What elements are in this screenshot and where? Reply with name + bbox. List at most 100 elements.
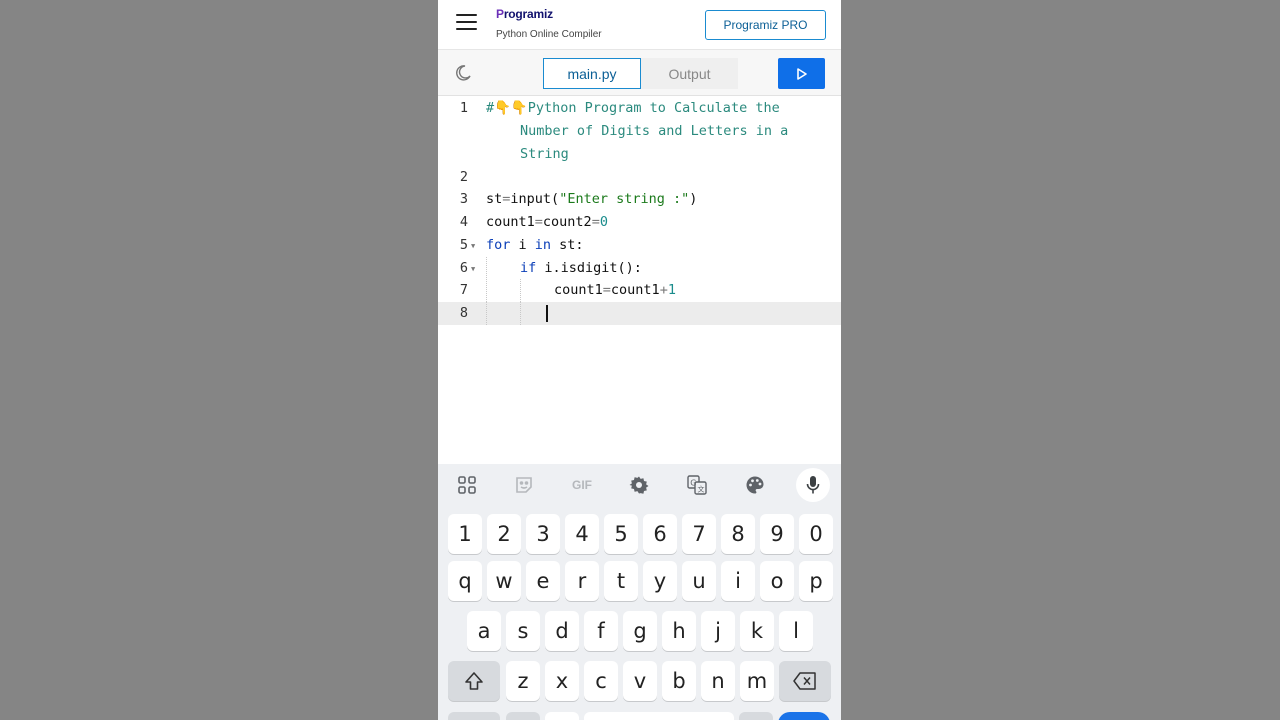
key-r[interactable]: r (565, 561, 599, 601)
backspace-icon (793, 672, 816, 690)
key-w[interactable]: w (487, 561, 521, 601)
code-text: count1=count2=0 (486, 214, 608, 230)
svg-text:G: G (690, 479, 696, 488)
indent-guide (520, 279, 521, 302)
comment-text-wrap: Number of Digits and Letters in a (520, 123, 789, 139)
line-number: 8 (459, 305, 468, 321)
programiz-pro-button[interactable]: Programiz PRO (705, 10, 826, 40)
code-text: if i.isdigit(): (520, 260, 642, 276)
palette-icon[interactable] (742, 472, 768, 498)
indent-guide (486, 302, 487, 325)
hamburger-menu-icon[interactable] (456, 14, 478, 32)
code-text: st=input("Enter string :") (486, 191, 698, 207)
key-s[interactable]: s (506, 611, 540, 651)
line-number: 7 (459, 282, 468, 298)
code-line-1: 1 #👇👇Python Program to Calculate the (438, 97, 841, 120)
gif-icon[interactable]: GIF (568, 472, 596, 498)
logo-text: rogramiz (503, 7, 553, 21)
translate-icon[interactable]: G文 (684, 472, 710, 498)
line-number: 5 (459, 237, 468, 253)
key-u[interactable]: u (682, 561, 716, 601)
key-x[interactable]: x (545, 661, 579, 701)
key-m[interactable]: m (740, 661, 774, 701)
text-cursor (546, 305, 548, 322)
key-k[interactable]: k (740, 611, 774, 651)
svg-text:文: 文 (698, 485, 705, 494)
shift-key[interactable] (448, 661, 500, 701)
indent-guide (486, 279, 487, 302)
on-screen-keyboard: GIF G文 1234567890 qwertyuiop asdfghjkl zxcv… (438, 464, 841, 720)
key-v[interactable]: v (623, 661, 657, 701)
key-1[interactable]: 1 (448, 514, 482, 554)
code-line-1-wrap-2: String (438, 143, 841, 166)
code-line-8-active: 8 (438, 302, 841, 325)
key-p[interactable]: p (799, 561, 833, 601)
key-d[interactable]: d (545, 611, 579, 651)
play-icon (796, 67, 807, 80)
key-g[interactable]: g (623, 611, 657, 651)
key-j[interactable]: j (701, 611, 735, 651)
moon-icon[interactable] (454, 64, 472, 82)
key-c[interactable]: c (584, 661, 618, 701)
comment-text-wrap-2: String (520, 146, 569, 162)
code-text: for i in st: (486, 237, 584, 253)
key-y[interactable]: y (643, 561, 677, 601)
line-number: 6 (459, 260, 468, 276)
key-h[interactable]: h (662, 611, 696, 651)
key-f[interactable]: f (584, 611, 618, 651)
code-text: count1=count1+1 (554, 282, 676, 298)
programiz-logo[interactable]: Programiz (496, 7, 553, 21)
key-5[interactable]: 5 (604, 514, 638, 554)
indent-guide (486, 257, 487, 280)
code-line-1-wrap: Number of Digits and Letters in a (438, 120, 841, 143)
key-q[interactable]: q (448, 561, 482, 601)
key-4[interactable]: 4 (565, 514, 599, 554)
code-line-7: 7 count1=count1+1 (438, 279, 841, 302)
key-3[interactable]: 3 (526, 514, 560, 554)
key-z[interactable]: z (506, 661, 540, 701)
key-7[interactable]: 7 (682, 514, 716, 554)
fold-arrow-icon[interactable]: ▼ (471, 242, 475, 250)
key-6[interactable]: 6 (643, 514, 677, 554)
phone-screen: Programiz Python Online Compiler Program… (438, 0, 841, 720)
compiler-subtitle: Python Online Compiler (496, 29, 602, 40)
tab-output[interactable]: Output (641, 58, 738, 89)
key-2[interactable]: 2 (487, 514, 521, 554)
key-a[interactable]: a (467, 611, 501, 651)
keyboard-bottom-row-partial (438, 712, 841, 720)
apps-grid-icon[interactable] (454, 472, 480, 498)
key-9[interactable]: 9 (760, 514, 794, 554)
comment-text: #👇👇Python Program to Calculate the (486, 100, 780, 116)
line-number: 3 (459, 191, 468, 207)
shift-arrow-icon (465, 672, 483, 690)
sticker-icon[interactable] (511, 472, 537, 498)
key-b[interactable]: b (662, 661, 696, 701)
keyboard-toolbar: GIF G文 (438, 464, 841, 504)
key-8[interactable]: 8 (721, 514, 755, 554)
line-number: 2 (459, 169, 468, 185)
code-editor[interactable]: 1 #👇👇Python Program to Calculate the Num… (438, 96, 841, 464)
line-number: 4 (459, 214, 468, 230)
editor-toolbar: main.py Output (438, 50, 841, 96)
key-n[interactable]: n (701, 661, 735, 701)
indent-guide (520, 302, 521, 325)
key-o[interactable]: o (760, 561, 794, 601)
key-t[interactable]: t (604, 561, 638, 601)
code-line-6: 6 ▼ if i.isdigit(): (438, 257, 841, 280)
code-line-3: 3 st=input("Enter string :") (438, 188, 841, 211)
settings-gear-icon[interactable] (626, 472, 652, 498)
code-line-2: 2 (438, 166, 841, 189)
code-line-5: 5 ▼ for i in st: (438, 234, 841, 257)
key-i[interactable]: i (721, 561, 755, 601)
key-0[interactable]: 0 (799, 514, 833, 554)
line-number: 1 (459, 100, 468, 116)
run-button[interactable] (778, 58, 825, 89)
key-e[interactable]: e (526, 561, 560, 601)
tab-main-py[interactable]: main.py (543, 58, 641, 89)
logo-mark: P (496, 7, 504, 21)
fold-arrow-icon[interactable]: ▼ (471, 265, 475, 273)
microphone-icon[interactable] (796, 468, 830, 502)
app-header: Programiz Python Online Compiler Program… (438, 0, 841, 50)
key-l[interactable]: l (779, 611, 813, 651)
backspace-key[interactable] (779, 661, 831, 701)
